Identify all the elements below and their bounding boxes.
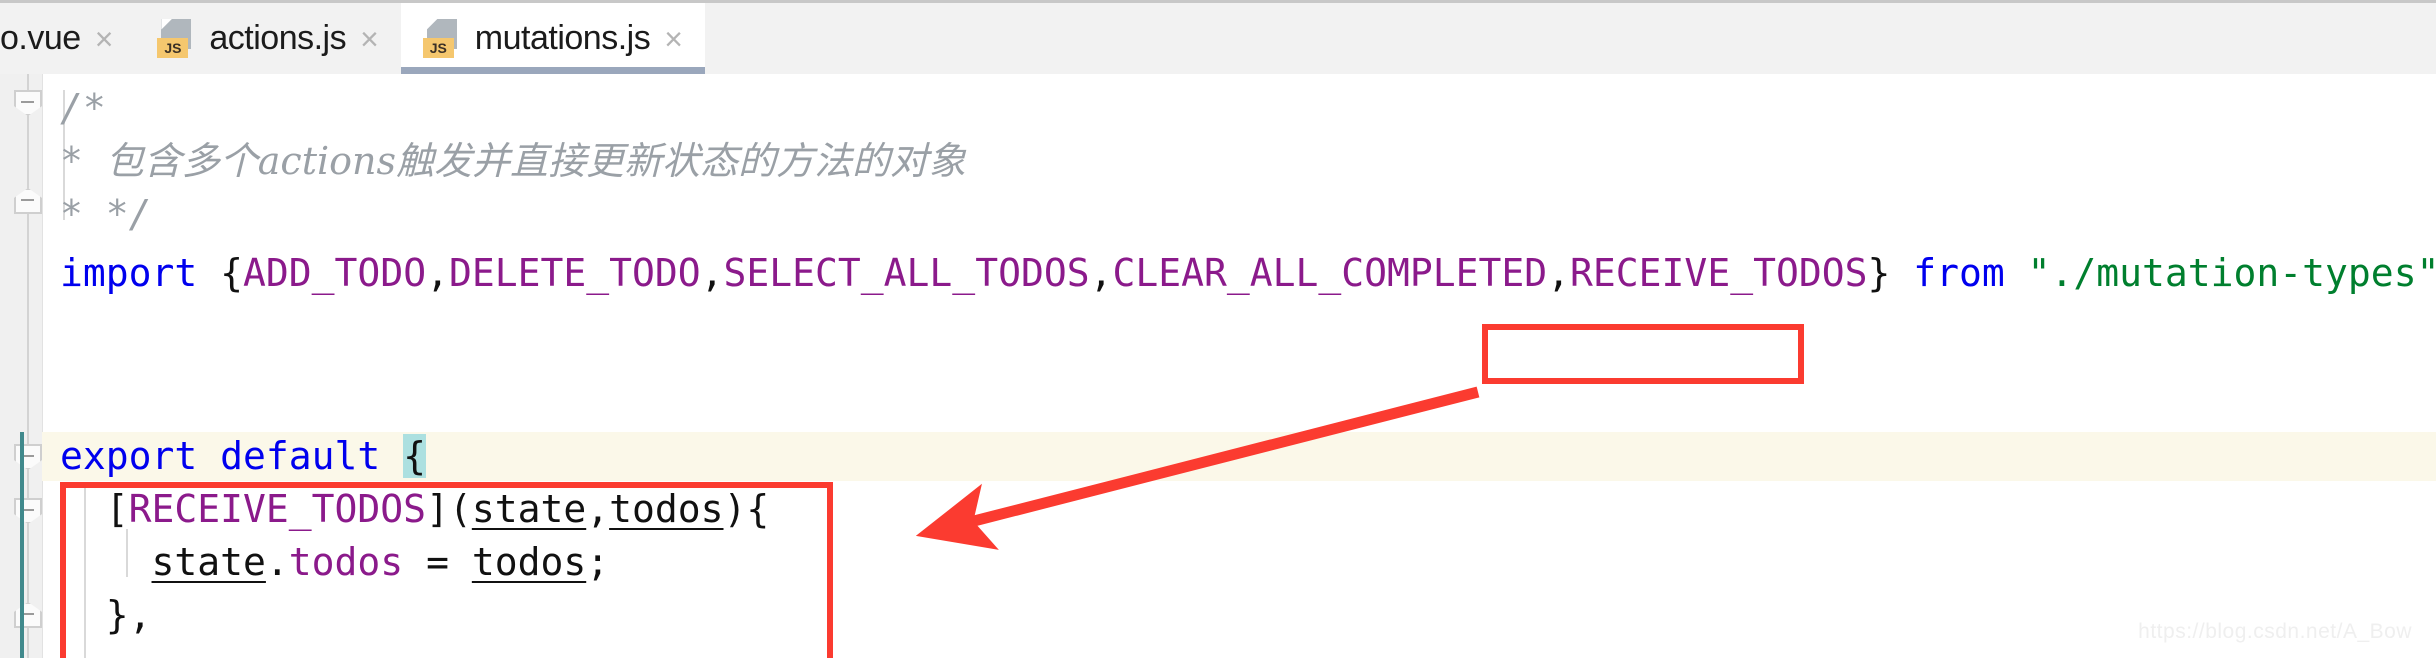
code-line-6[interactable]: export default { xyxy=(42,432,427,481)
code-token: . xyxy=(265,540,289,584)
tab-actions-js[interactable]: JS actions.js × xyxy=(135,3,400,74)
code-token-chinese-comment: 包含多个actions触发并直接更新状态的方法的对象 xyxy=(105,139,966,183)
code-token: , xyxy=(1089,251,1113,295)
fold-marker-line-1[interactable] xyxy=(14,90,42,116)
code-editor-area[interactable]: /* * 包含多个actions触发并直接更新状态的方法的对象 * */ imp… xyxy=(0,74,2436,658)
code-token: * */ xyxy=(60,192,152,236)
code-token-todos-ref: todos xyxy=(471,540,587,584)
tab-label: actions.js xyxy=(209,19,347,57)
code-token: , xyxy=(1547,251,1571,295)
code-line-1[interactable]: /* xyxy=(42,84,106,133)
code-token: [ xyxy=(60,487,129,531)
tab-mutations-js[interactable]: JS mutations.js × xyxy=(400,3,705,74)
js-file-icon: JS xyxy=(157,18,195,59)
code-token-from-kw: from xyxy=(1890,251,2028,295)
code-token-export-default: export default xyxy=(60,434,404,478)
code-token: ; xyxy=(586,540,610,584)
js-badge: JS xyxy=(422,37,454,58)
code-token-receive-todos: RECEIVE_TODOS xyxy=(1570,251,1868,295)
code-token-clear-all-completed: CLEAR_ALL_COMPLETED xyxy=(1112,251,1548,295)
code-token-todos-prop: todos xyxy=(288,540,404,584)
code-line-2[interactable]: * 包含多个actions触发并直接更新状态的方法的对象 xyxy=(42,137,966,186)
fold-marker-line-3[interactable] xyxy=(14,188,42,214)
code-token: { xyxy=(220,251,244,295)
code-token: , xyxy=(586,487,610,531)
code-token: /* xyxy=(60,86,106,130)
close-icon[interactable]: × xyxy=(664,23,683,55)
code-token-select-all-todos: SELECT_ALL_TODOS xyxy=(723,251,1090,295)
code-token: * xyxy=(60,139,106,183)
code-token-param-state: state xyxy=(471,487,587,531)
code-token-module-path: "./mutation-types" xyxy=(2027,251,2436,295)
js-file-icon: JS xyxy=(422,18,461,59)
close-icon[interactable]: × xyxy=(95,23,114,55)
tab-label: o.vue xyxy=(0,19,81,57)
vcs-change-marker[interactable] xyxy=(20,432,24,658)
code-token-param-todos: todos xyxy=(609,487,724,531)
code-token-add-todo: ADD_TODO xyxy=(243,251,427,295)
code-token-receive-todos-key: RECEIVE_TODOS xyxy=(128,487,427,531)
code-line-7[interactable]: [RECEIVE_TODOS](state,todos){ xyxy=(42,485,770,534)
fold-marker-line-9[interactable] xyxy=(14,602,42,628)
js-badge: JS xyxy=(157,37,189,58)
tab-o-vue[interactable]: o.vue × xyxy=(0,3,135,74)
code-line-8[interactable]: state.todos = todos; xyxy=(42,538,610,587)
editor-tab-bar: o.vue × JS actions.js × JS mutations.js … xyxy=(0,0,2436,74)
red-box-import xyxy=(1482,324,1804,384)
code-token-delete-todo: DELETE_TODO xyxy=(448,251,701,295)
code-line-4[interactable]: import {ADD_TODO,DELETE_TODO,SELECT_ALL_… xyxy=(42,249,2436,298)
code-token: }, xyxy=(60,593,152,637)
code-token-state-ref: state xyxy=(151,540,266,584)
watermark: https://blog.csdn.net/A_Bow xyxy=(2138,620,2412,643)
code-token-open-brace-highlighted: { xyxy=(403,434,427,478)
code-token: , xyxy=(426,251,449,295)
fold-marker-line-6[interactable] xyxy=(14,444,42,470)
fold-rail xyxy=(27,74,29,658)
code-token: , xyxy=(700,251,724,295)
fold-marker-line-7[interactable] xyxy=(14,498,42,524)
close-icon[interactable]: × xyxy=(360,23,379,55)
code-token: ]( xyxy=(426,487,472,531)
code-token: ){ xyxy=(723,487,770,531)
code-line-9[interactable]: }, xyxy=(42,591,152,640)
code-token-import-kw: import xyxy=(60,251,221,295)
tab-label: mutations.js xyxy=(474,19,651,57)
code-token: = xyxy=(403,540,472,584)
code-token: } xyxy=(1867,251,1891,295)
code-line-3[interactable]: * */ xyxy=(42,190,152,239)
